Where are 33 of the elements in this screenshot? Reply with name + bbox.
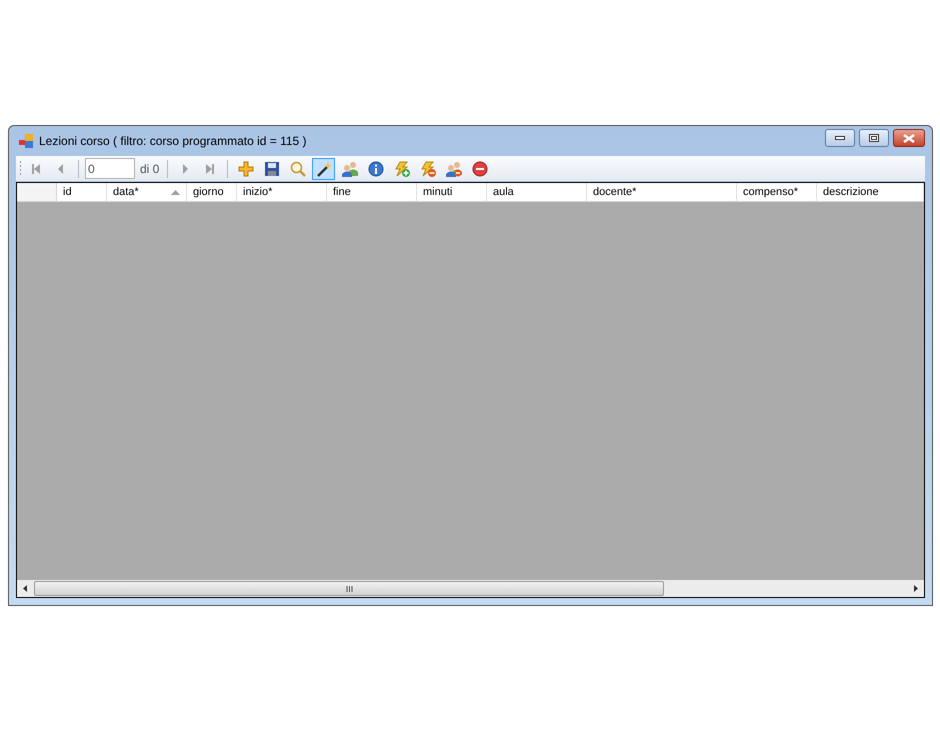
skip-last-icon (204, 162, 216, 174)
record-count: di 0 (140, 160, 160, 178)
column-header[interactable]: inizio* (237, 183, 327, 201)
column-header[interactable]: compenso* (737, 183, 817, 201)
column-header[interactable]: giorno (187, 183, 237, 201)
lightning-plus-icon (394, 160, 410, 176)
stop-icon (472, 160, 488, 176)
plus-icon (238, 160, 254, 176)
users-icon (342, 160, 358, 176)
users-minus-icon (446, 160, 462, 176)
close-button[interactable] (893, 129, 925, 147)
skip-first-icon (30, 162, 42, 174)
app-icon (19, 134, 33, 148)
minimize-icon (835, 136, 845, 140)
window-title: Lezioni corso ( filtro: corso programmato id = 115 ) (39, 133, 307, 150)
column-header[interactable]: descrizione (817, 183, 924, 201)
restore-icon (869, 134, 879, 142)
column-header[interactable]: minuti (417, 183, 487, 201)
info-icon (368, 160, 384, 176)
column-header[interactable]: aula (487, 183, 587, 201)
magnifier-icon (290, 160, 306, 176)
grip-icon (346, 586, 352, 592)
column-header[interactable]: fine (327, 183, 417, 201)
column-header[interactable]: docente* (587, 183, 737, 201)
magic-wand-icon (316, 160, 332, 176)
wand-button[interactable] (312, 158, 336, 180)
minimize-button[interactable] (825, 129, 855, 147)
toolbar-grip-icon (19, 160, 22, 176)
maximize-button[interactable] (859, 129, 889, 147)
close-icon (903, 134, 915, 142)
column-header[interactable]: id (57, 183, 107, 201)
lightning-minus-icon (420, 160, 436, 176)
column-header[interactable]: data* (107, 183, 187, 201)
